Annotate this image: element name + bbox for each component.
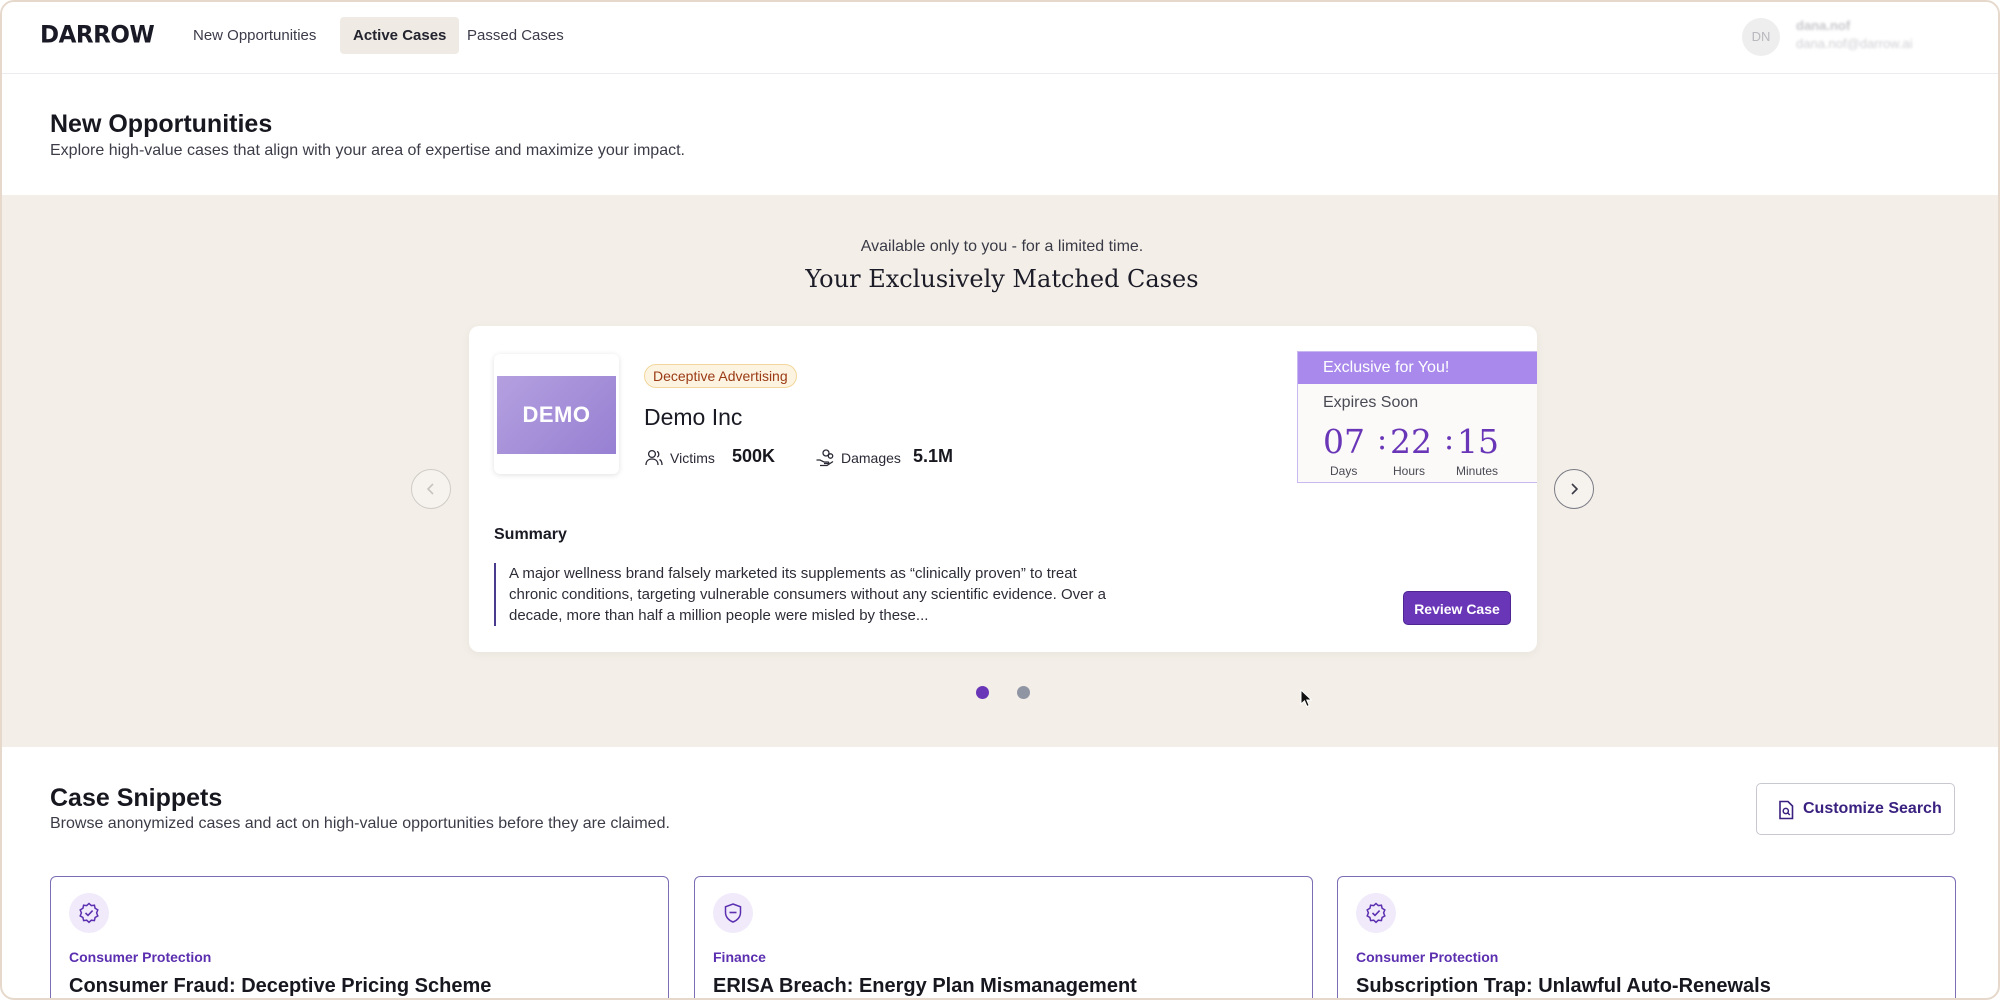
nav-active-cases[interactable]: Active Cases [340,17,460,54]
hand-coins-icon [816,449,834,467]
exclusive-case-card: DEMO Deceptive Advertising Demo Inc Vict… [469,326,1537,652]
victims-metric: Victims 500K [644,446,794,470]
case-snippet-card[interactable]: Consumer Protection Subscription Trap: U… [1337,876,1956,998]
user-menu[interactable]: DN dana.nof dana.nof@darrow.ai [1742,16,1972,58]
case-snippet-card[interactable]: Finance ERISA Breach: Energy Plan Misman… [694,876,1313,998]
carousel-dot-2[interactable] [1017,686,1030,699]
users-icon [645,449,663,466]
damages-value: 5.1M [913,446,954,466]
avatar: DN [1742,18,1780,56]
case-snippet-card[interactable]: Consumer Protection Consumer Fraud: Dece… [50,876,669,998]
damages-metric: Damages 5.1M [815,446,975,470]
expires-label: Expires Soon [1323,394,1419,411]
company-logo: DEMO [494,354,619,474]
exclusive-kicker: Available only to you - for a limited ti… [860,238,1144,255]
nav-new-opportunities[interactable]: New Opportunities [180,17,329,54]
customize-search-button[interactable]: Customize Search [1756,783,1955,835]
carousel-prev-button[interactable] [411,469,451,509]
nav-passed-cases[interactable]: Passed Cases [454,17,577,54]
countdown-days: 07 [1323,422,1365,461]
customize-search-label: Customize Search [1803,800,1942,817]
page-title: New Opportunities [50,110,273,138]
user-email: dana.nof@darrow.ai [1796,36,1913,51]
countdown-minutes: 15 [1457,422,1499,461]
countdown-separator: : [1444,422,1455,457]
darrow-logo[interactable]: DARROW [40,21,155,48]
snippet-title: Subscription Trap: Unlawful Auto-Renewal… [1356,975,1771,997]
user-name: dana.nof [1796,18,1851,33]
top-navigation: DARROW New Opportunities Active Cases Pa… [2,2,1998,74]
chevron-left-icon [426,483,434,495]
snippet-category: Consumer Protection [69,949,212,965]
snippet-title: Consumer Fraud: Deceptive Pricing Scheme [69,975,492,997]
exclusive-badge: Exclusive for You! Expires Soon 07 : 22 … [1297,351,1537,483]
app-window: DARROW New Opportunities Active Cases Pa… [0,0,2000,1000]
exclusive-badge-header: Exclusive for You! [1298,352,1537,384]
chevron-right-icon [1571,483,1579,495]
victims-label: Victims [670,450,715,466]
document-search-icon [1779,800,1794,820]
case-tag: Deceptive Advertising [644,364,797,388]
summary-text: A major wellness brand falsely marketed … [494,563,1119,626]
victims-value: 500K [732,446,776,466]
badge-check-icon [1356,893,1396,933]
countdown-hours-label: Hours [1393,464,1426,478]
badge-check-icon [69,893,109,933]
countdown-separator: : [1377,422,1388,457]
exclusive-title: Your Exclusively Matched Cases [805,265,1199,293]
carousel-dot-1[interactable] [976,686,989,699]
review-case-button[interactable]: Review Case [1403,591,1511,625]
countdown-minutes-label: Minutes [1456,464,1499,478]
company-name: Demo Inc [644,404,743,430]
shield-icon [713,893,753,933]
damages-label: Damages [841,450,901,466]
snippet-category: Finance [713,949,766,965]
countdown-hours: 22 [1390,422,1432,461]
company-logo-text: DEMO [497,376,616,454]
snippet-title: ERISA Breach: Energy Plan Mismanagement [713,975,1137,997]
case-snippets-subtitle: Browse anonymized cases and act on high-… [50,815,670,832]
snippet-category: Consumer Protection [1356,949,1499,965]
page-subtitle: Explore high-value cases that align with… [50,142,685,159]
case-snippets-title: Case Snippets [50,784,223,812]
countdown-days-label: Days [1330,464,1358,478]
mouse-cursor-icon [1300,689,1313,708]
exclusive-cases-section: Available only to you - for a limited ti… [2,195,1998,747]
carousel-next-button[interactable] [1554,469,1594,509]
summary-label: Summary [494,526,567,543]
